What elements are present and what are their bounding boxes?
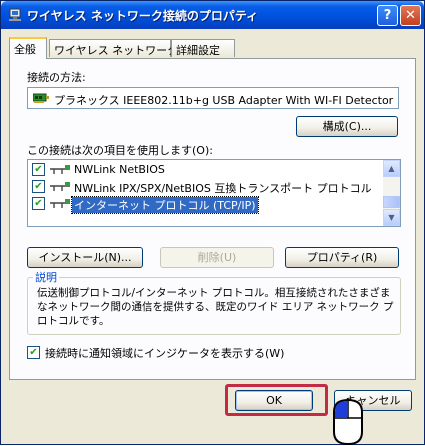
show-icon-label: 接続時に通知領域にインジケータを表示する(W) — [45, 347, 285, 360]
item-checkbox[interactable]: ✔ — [32, 163, 45, 176]
item-checkbox[interactable]: ✔ — [32, 180, 45, 193]
close-button[interactable]: ✕ — [400, 5, 421, 26]
help-button[interactable]: ? — [377, 5, 398, 26]
network-connection-icon — [9, 8, 21, 21]
description-text: 伝送制御プロトコル/インターネット プロトコル。相互接続されたさまざまなネットワ… — [37, 287, 394, 327]
ok-button[interactable]: OK — [235, 390, 313, 411]
tab-advanced[interactable]: 詳細設定 — [171, 39, 235, 57]
uninstall-button[interactable]: 削除(U) — [160, 247, 274, 268]
protocol-icon — [50, 199, 70, 208]
install-button[interactable]: インストール(N)... — [27, 247, 143, 268]
item-label: NWLink IPX/SPX/NetBIOS 互換トランスポート プロトコル — [74, 182, 372, 195]
connect-using-label: 接続の方法: — [27, 71, 86, 84]
list-scrollbar[interactable]: ▲ ▼ — [383, 160, 400, 226]
list-item[interactable]: ✔ NWLink NetBIOS — [30, 161, 382, 178]
protocol-icon — [50, 165, 70, 174]
general-tab-panel: 接続の方法: プラネックス IEEE802.11b+g USB Adapter … — [9, 58, 416, 380]
scroll-up-arrow-icon[interactable]: ▲ — [383, 160, 400, 177]
components-list[interactable]: ✔ NWLink NetBIOS ✔ NWLink IPX/SPX/NetBIO… — [27, 159, 401, 227]
configure-button[interactable]: 構成(C)... — [296, 116, 398, 137]
properties-dialog: ワイヤレス ネットワーク接続のプロパティ ? ✕ 全般 ワイヤレス ネットワーク… — [0, 0, 425, 446]
tab-general[interactable]: 全般 — [9, 37, 47, 59]
title-bar[interactable]: ワイヤレス ネットワーク接続のプロパティ ? ✕ — [1, 1, 424, 29]
protocol-icon — [50, 182, 70, 191]
adapter-field: プラネックス IEEE802.11b+g USB Adapter With WI… — [27, 87, 399, 109]
adapter-name: プラネックス IEEE802.11b+g USB Adapter With WI… — [54, 94, 394, 107]
list-item[interactable]: ✔ インターネット プロトコル (TCP/IP) — [30, 195, 382, 214]
network-adapter-icon — [33, 93, 49, 103]
scroll-thumb[interactable] — [383, 196, 400, 208]
mouse-icon — [333, 398, 363, 446]
description-title: 説明 — [33, 269, 59, 285]
item-label: インターネット プロトコル (TCP/IP) — [71, 196, 259, 214]
scroll-down-arrow-icon[interactable]: ▼ — [383, 209, 400, 226]
list-item[interactable]: ✔ NWLink IPX/SPX/NetBIOS 互換トランスポート プロトコル — [30, 178, 382, 195]
item-checkbox[interactable]: ✔ — [32, 197, 45, 210]
properties-button[interactable]: プロパティ(R) — [285, 247, 399, 268]
items-label: この接続は次の項目を使用します(O): — [27, 144, 213, 157]
tab-wireless-networks[interactable]: ワイヤレス ネットワーク — [49, 39, 178, 57]
item-label: NWLink NetBIOS — [74, 163, 165, 176]
window-title: ワイヤレス ネットワーク接続のプロパティ — [27, 9, 259, 23]
show-icon-checkbox[interactable]: ✔ — [27, 346, 40, 359]
